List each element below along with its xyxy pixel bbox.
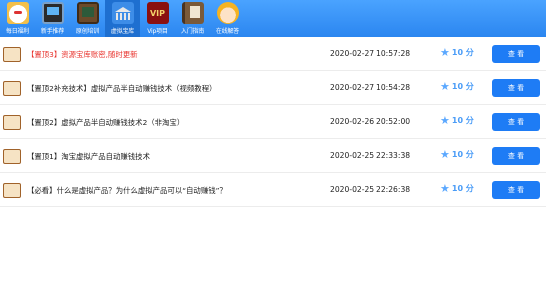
item-date: 2020-02-25	[330, 185, 375, 194]
vip-icon: VIP	[146, 2, 169, 24]
tab-label: 在线解答	[215, 28, 240, 35]
star-icon: ★	[440, 80, 450, 93]
lucky-cat-icon	[6, 2, 29, 24]
tab-label: Vip项目	[147, 28, 168, 35]
item-time: 10:57:28	[376, 49, 411, 58]
star-icon: ★	[440, 114, 450, 127]
star-icon: ★	[440, 148, 450, 161]
bank-icon	[111, 2, 134, 24]
list-item: 【置顶1】淘宝虚拟产品自动赚钱技术 2020-02-25 22:33:38 ★ …	[0, 139, 546, 173]
tab-label: 每日福利	[5, 28, 30, 35]
item-date: 2020-02-26	[330, 117, 375, 126]
view-button[interactable]: 查 看	[492, 147, 540, 165]
score-value: 10 分	[451, 48, 474, 57]
tab-label: 入门指南	[180, 28, 205, 35]
list-item: 【置顶2】虚拟产品半自动赚钱技术2（非淘宝） 2020-02-26 20:52:…	[0, 105, 546, 139]
tab-original-training[interactable]: 原创培训	[70, 0, 105, 37]
item-time: 22:33:38	[376, 151, 411, 160]
item-date: 2020-02-27	[330, 83, 375, 92]
tab-virtual-treasury[interactable]: 虚拟宝库	[105, 0, 140, 37]
score-value: 10 分	[451, 184, 474, 193]
tab-online-support[interactable]: 在线解答	[210, 0, 245, 37]
tab-label: 原创培训	[75, 28, 100, 35]
blackboard-icon	[76, 2, 99, 24]
support-girl-icon	[216, 2, 239, 24]
open-book-icon	[3, 81, 21, 96]
item-time: 22:26:38	[376, 185, 411, 194]
list-item: 【置顶2补充技术】虚拟产品半自动赚钱技术（视频教程） 2020-02-27 10…	[0, 71, 546, 105]
item-score: ★ 10 分	[440, 149, 474, 160]
open-book-icon	[3, 47, 21, 62]
item-title[interactable]: 【必看】什么是虚拟产品？为什么虚拟产品可以“自动赚钱”？	[27, 185, 227, 196]
resource-list: 【置顶3】资源宝库账密,随时更新 2020-02-27 10:57:28 ★ 1…	[0, 37, 546, 207]
item-score: ★ 10 分	[440, 81, 474, 92]
view-button[interactable]: 查 看	[492, 45, 540, 63]
monitor-icon	[41, 2, 64, 24]
tab-beginner-guide[interactable]: 入门指南	[175, 0, 210, 37]
book-icon	[181, 2, 204, 24]
item-title[interactable]: 【置顶2补充技术】虚拟产品半自动赚钱技术（视频教程）	[27, 83, 216, 94]
list-item: 【置顶3】资源宝库账密,随时更新 2020-02-27 10:57:28 ★ 1…	[0, 37, 546, 71]
item-title[interactable]: 【置顶2】虚拟产品半自动赚钱技术2（非淘宝）	[27, 117, 184, 128]
score-value: 10 分	[451, 82, 474, 91]
view-button[interactable]: 查 看	[492, 79, 540, 97]
list-item: 【必看】什么是虚拟产品？为什么虚拟产品可以“自动赚钱”？ 2020-02-25 …	[0, 173, 546, 207]
item-title[interactable]: 【置顶3】资源宝库账密,随时更新	[27, 49, 138, 60]
open-book-icon	[3, 115, 21, 130]
tab-vip-project[interactable]: VIP Vip项目	[140, 0, 175, 37]
item-score: ★ 10 分	[440, 183, 474, 194]
item-score: ★ 10 分	[440, 47, 474, 58]
open-book-icon	[3, 183, 21, 198]
item-score: ★ 10 分	[440, 115, 474, 126]
star-icon: ★	[440, 182, 450, 195]
item-title[interactable]: 【置顶1】淘宝虚拟产品自动赚钱技术	[27, 151, 150, 162]
item-date: 2020-02-25	[330, 151, 375, 160]
score-value: 10 分	[451, 150, 474, 159]
tab-newbie-recommend[interactable]: 新手推荐	[35, 0, 70, 37]
open-book-icon	[3, 149, 21, 164]
item-time: 10:54:28	[376, 83, 411, 92]
view-button[interactable]: 查 看	[492, 181, 540, 199]
item-date: 2020-02-27	[330, 49, 375, 58]
tab-label: 虚拟宝库	[110, 28, 135, 35]
star-icon: ★	[440, 46, 450, 59]
item-time: 20:52:00	[376, 117, 411, 126]
top-toolbar: 每日福利 新手推荐 原创培训 虚拟宝库 VIP Vip项目 入门指南 在线解答	[0, 0, 546, 37]
tab-daily-welfare[interactable]: 每日福利	[0, 0, 35, 37]
view-button[interactable]: 查 看	[492, 113, 540, 131]
score-value: 10 分	[451, 116, 474, 125]
tab-label: 新手推荐	[40, 28, 65, 35]
